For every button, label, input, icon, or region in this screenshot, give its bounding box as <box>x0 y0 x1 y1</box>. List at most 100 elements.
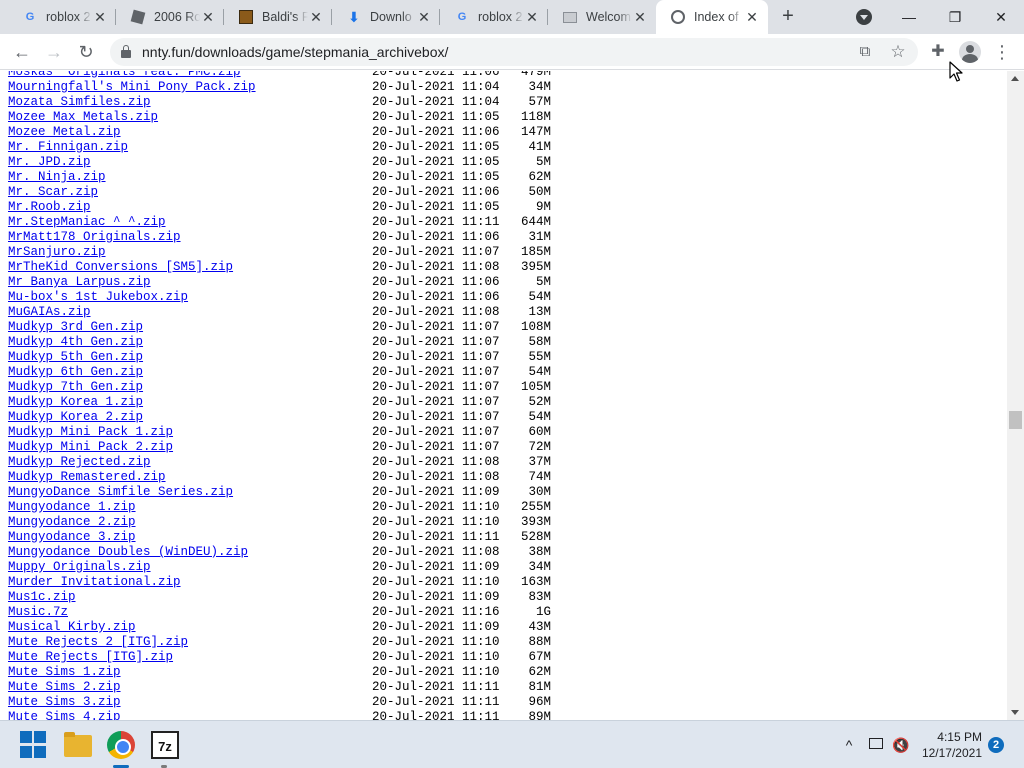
file-link[interactable]: Mudkyp Rejected.zip <box>8 455 151 470</box>
file-link[interactable]: Mozee Max Metals.zip <box>8 110 158 125</box>
close-tab-icon[interactable]: ✕ <box>524 9 540 25</box>
file-link[interactable]: Mute Sims 1.zip <box>8 665 121 680</box>
file-link[interactable]: Mr. Ninja.zip <box>8 170 106 185</box>
file-link[interactable]: MuGAIAs.zip <box>8 305 91 320</box>
file-link[interactable]: Mute Sims 2.zip <box>8 680 121 695</box>
file-link[interactable]: MrSanjuro.zip <box>8 245 106 260</box>
file-link[interactable]: Mute Rejects 2 [ITG].zip <box>8 635 188 650</box>
speaker-muted-icon[interactable]: 🔇 <box>892 736 910 754</box>
tab-roblox-search-2[interactable]: G roblox 2 ✕ <box>440 0 548 34</box>
file-link[interactable]: Mungyodance Doubles (WinDEU).zip <box>8 545 248 560</box>
file-explorer-icon[interactable] <box>64 732 92 757</box>
file-date: 20-Jul-2021 11:09 <box>372 560 500 574</box>
file-size: 41M <box>528 140 551 154</box>
file-link[interactable]: Mungyodance 3.zip <box>8 530 136 545</box>
file-link[interactable]: Mudkyp Remastered.zip <box>8 470 166 485</box>
file-link[interactable]: Mudkyp 3rd Gen.zip <box>8 320 143 335</box>
extensions-puzzle-icon[interactable]: ✚ <box>927 41 949 63</box>
maximize-button[interactable]: ❐ <box>932 0 978 34</box>
lock-icon[interactable] <box>121 45 131 58</box>
notification-badge[interactable]: 2 <box>988 737 1004 753</box>
file-link[interactable]: Muppy Originals.zip <box>8 560 151 575</box>
file-link[interactable]: MrTheKid Conversions [SM5].zip <box>8 260 233 275</box>
file-link[interactable]: Mudkyp 7th Gen.zip <box>8 380 143 395</box>
file-link[interactable]: MungyoDance Simfile Series.zip <box>8 485 233 500</box>
file-link[interactable]: Mozata Simfiles.zip <box>8 95 151 110</box>
page-icon <box>562 9 578 25</box>
file-link[interactable]: Moskas' Originals feat. PMC.zip <box>8 71 241 80</box>
vertical-scrollbar[interactable] <box>1007 71 1024 720</box>
tab-roblox-search-1[interactable]: G roblox 2 ✕ <box>8 0 116 34</box>
tab-2006-roblox[interactable]: 2006 Ro ✕ <box>116 0 224 34</box>
file-link[interactable]: Mr. Finnigan.zip <box>8 140 128 155</box>
file-link[interactable]: Mudkyp 6th Gen.zip <box>8 365 143 380</box>
tab-title: Index of <box>694 10 739 24</box>
file-link[interactable]: Mute Sims 3.zip <box>8 695 121 710</box>
file-link[interactable]: Mozee Metal.zip <box>8 125 121 140</box>
forward-button[interactable]: → <box>42 40 66 64</box>
new-tab-button[interactable]: + <box>776 5 800 29</box>
address-bar[interactable]: nnty.fun/downloads/game/stepmania_archiv… <box>110 38 918 66</box>
file-link[interactable]: Mudkyp Mini Pack 1.zip <box>8 425 173 440</box>
tab-index-of[interactable]: Index of ✕ <box>656 0 768 34</box>
reload-button[interactable]: ↻ <box>74 40 98 64</box>
file-link[interactable]: Mus1c.zip <box>8 590 76 605</box>
file-date: 20-Jul-2021 11:07 <box>372 335 500 349</box>
file-size: 31M <box>528 230 551 244</box>
close-tab-icon[interactable]: ✕ <box>744 9 760 25</box>
file-link[interactable]: Mudkyp Korea 2.zip <box>8 410 143 425</box>
tab-search-icon[interactable] <box>856 9 872 25</box>
monitor-icon[interactable] <box>867 736 885 754</box>
taskbar-clock[interactable]: 4:15 PM 12/17/2021 <box>918 729 982 761</box>
file-link[interactable]: Musical Kirby.zip <box>8 620 136 635</box>
scroll-down-arrow-icon[interactable] <box>1011 710 1019 715</box>
windows-taskbar: 7z ^ 🔇 4:15 PM 12/17/2021 2 <box>0 720 1024 768</box>
scrollbar-thumb[interactable] <box>1009 411 1022 429</box>
tab-download[interactable]: ⬇ Downlo ✕ <box>332 0 440 34</box>
file-size: 83M <box>528 590 551 604</box>
address-url[interactable]: nnty.fun/downloads/game/stepmania_archiv… <box>142 44 448 60</box>
tab-welcome[interactable]: Welcom ✕ <box>548 0 656 34</box>
file-link[interactable]: Mudkyp 4th Gen.zip <box>8 335 143 350</box>
close-tab-icon[interactable]: ✕ <box>200 9 216 25</box>
file-link[interactable]: Mourningfall's Mini Pony Pack.zip <box>8 80 256 95</box>
file-link[interactable]: Murder Invitational.zip <box>8 575 181 590</box>
profile-avatar[interactable] <box>959 41 981 63</box>
file-link[interactable]: Mungyodance 1.zip <box>8 500 136 515</box>
file-link[interactable]: Mute Sims 4.zip <box>8 710 121 720</box>
file-link[interactable]: Music.7z <box>8 605 68 620</box>
file-size: 147M <box>520 125 551 139</box>
scroll-up-arrow-icon[interactable] <box>1011 76 1019 81</box>
file-size: 30M <box>528 485 551 499</box>
tab-title: Baldi's F <box>262 10 308 24</box>
chrome-icon[interactable] <box>107 731 135 759</box>
minimize-button[interactable]: — <box>886 0 932 34</box>
file-link[interactable]: Mr.StepManiac ^_^.zip <box>8 215 166 230</box>
translate-icon[interactable]: ⧉ <box>856 43 874 61</box>
start-windows-icon[interactable] <box>20 731 48 759</box>
back-button[interactable]: ← <box>10 40 34 64</box>
close-tab-icon[interactable]: ✕ <box>632 9 648 25</box>
tab-baldis[interactable]: Baldi's F ✕ <box>224 0 332 34</box>
bookmark-star-icon[interactable]: ☆ <box>889 43 907 61</box>
file-link[interactable]: Mr.Roob.zip <box>8 200 91 215</box>
7zip-icon[interactable]: 7z <box>151 731 179 759</box>
file-link[interactable]: Mudkyp Mini Pack 2.zip <box>8 440 173 455</box>
close-tab-icon[interactable]: ✕ <box>92 9 108 25</box>
file-date: 20-Jul-2021 11:06 <box>372 71 500 79</box>
file-link[interactable]: Mu-box's 1st Jukebox.zip <box>8 290 188 305</box>
file-link[interactable]: Mr. JPD.zip <box>8 155 91 170</box>
file-link[interactable]: MrMatt178 Originals.zip <box>8 230 181 245</box>
close-tab-icon[interactable]: ✕ <box>416 9 432 25</box>
file-link[interactable]: Mr. Scar.zip <box>8 185 98 200</box>
file-link[interactable]: Mute Rejects [ITG].zip <box>8 650 173 665</box>
close-window-button[interactable]: ✕ <box>978 0 1024 34</box>
file-date: 20-Jul-2021 11:07 <box>372 365 500 379</box>
show-hidden-icons-chevron-icon[interactable]: ^ <box>840 736 858 754</box>
file-link[interactable]: Mudkyp 5th Gen.zip <box>8 350 143 365</box>
file-link[interactable]: Mudkyp Korea 1.zip <box>8 395 143 410</box>
file-link[interactable]: Mr_Banya_Larpus.zip <box>8 275 151 290</box>
menu-kebab-icon[interactable]: ⋮ <box>991 41 1013 63</box>
close-tab-icon[interactable]: ✕ <box>308 9 324 25</box>
file-link[interactable]: Mungyodance 2.zip <box>8 515 136 530</box>
